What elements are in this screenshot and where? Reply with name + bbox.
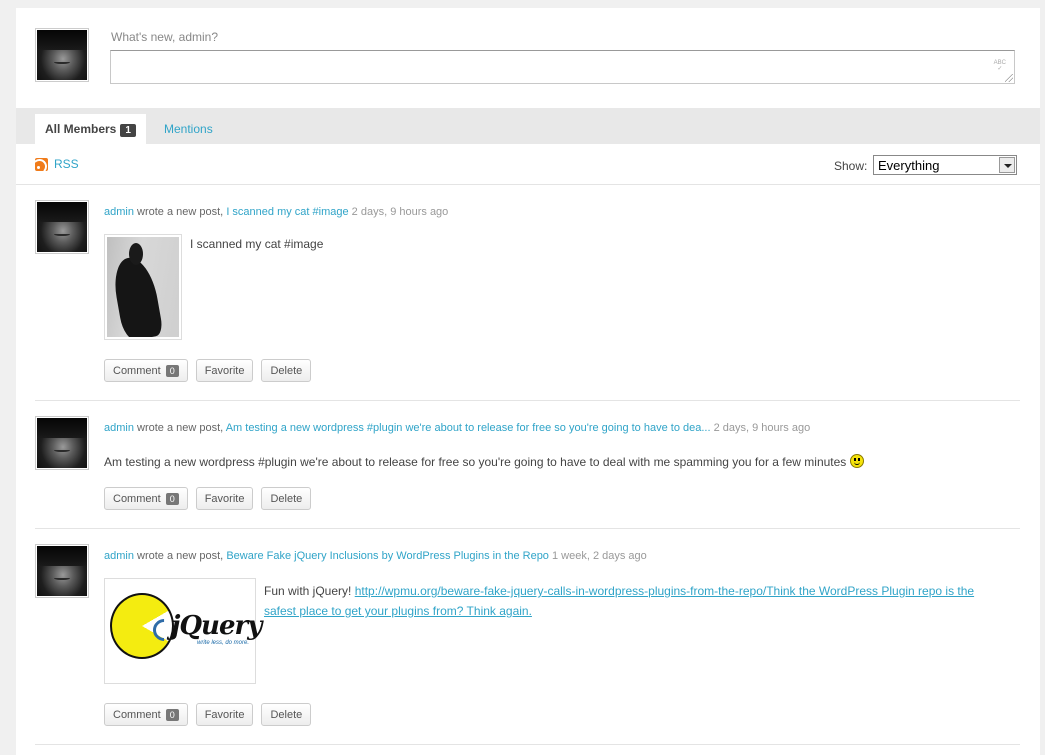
activity-content: Am testing a new wordpress #plugin we're… <box>104 454 864 469</box>
comment-count: 0 <box>165 708 179 721</box>
activity-header: admin wrote a new post, Beware Fake jQue… <box>104 550 647 562</box>
activity-actions: Comment 0 Favorite Delete <box>104 703 312 726</box>
delete-button[interactable]: Delete <box>261 487 312 510</box>
comment-count: 0 <box>165 492 179 505</box>
delete-button[interactable]: Delete <box>261 359 312 382</box>
activity-image-jquery[interactable]: jQuery write less, do more. <box>104 578 262 684</box>
activity-tabs: All Members 1 Mentions <box>16 108 1040 144</box>
tab-all-members[interactable]: All Members 1 <box>35 114 146 144</box>
activity-content-text: Am testing a new wordpress #plugin we're… <box>104 455 847 469</box>
activity-action: wrote a new post, <box>137 550 224 562</box>
divider <box>35 744 1020 745</box>
activity-avatar[interactable] <box>35 416 89 470</box>
favorite-button[interactable]: Favorite <box>195 487 254 510</box>
activity-time[interactable]: 2 days, 9 hours ago <box>714 422 811 434</box>
comment-label: Comment <box>113 492 161 505</box>
tab-all-members-label: All Members <box>45 122 117 136</box>
comment-label: Comment <box>113 708 161 721</box>
activity-time[interactable]: 2 days, 9 hours ago <box>352 206 449 218</box>
activity-post-link[interactable]: Beware Fake jQuery Inclusions by WordPre… <box>226 550 549 562</box>
activity-actions: Comment 0 Favorite Delete <box>104 487 312 510</box>
divider <box>16 184 1040 185</box>
activity-header: admin wrote a new post, I scanned my cat… <box>104 206 448 218</box>
rss-label: RSS <box>54 157 79 171</box>
jquery-logo-text: jQuery <box>171 611 262 641</box>
divider <box>35 400 1020 401</box>
comment-count: 0 <box>165 364 179 377</box>
activity-avatar[interactable] <box>35 544 89 598</box>
spellcheck-icon: ABC ✓ <box>993 60 1006 72</box>
activity-post-link[interactable]: Am testing a new wordpress #plugin we're… <box>226 422 711 434</box>
rss-icon <box>35 157 48 171</box>
current-user-avatar[interactable] <box>35 28 89 82</box>
resize-grip-icon[interactable] <box>1005 74 1013 82</box>
comment-label: Comment <box>113 364 161 377</box>
activity-actions: Comment 0 Favorite Delete <box>104 359 312 382</box>
comment-button[interactable]: Comment 0 <box>104 703 188 726</box>
comment-button[interactable]: Comment 0 <box>104 487 188 510</box>
smiley-icon <box>849 454 864 468</box>
activity-avatar[interactable] <box>35 200 89 254</box>
activity-external-link[interactable]: http://wpmu.org/beware-fake-jquery-calls… <box>264 584 974 618</box>
favorite-button[interactable]: Favorite <box>195 359 254 382</box>
activity-action: wrote a new post, <box>137 206 224 218</box>
whats-new-label: What's new, admin? <box>111 30 219 44</box>
show-filter-label: Show: <box>834 159 868 173</box>
tab-mentions[interactable]: Mentions <box>164 122 213 136</box>
activity-user-link[interactable]: admin <box>104 206 134 218</box>
activity-time[interactable]: 1 week, 2 days ago <box>552 550 647 562</box>
activity-user-link[interactable]: admin <box>104 550 134 562</box>
favorite-button[interactable]: Favorite <box>195 703 254 726</box>
activity-post-link[interactable]: I scanned my cat #image <box>226 206 348 218</box>
show-filter-value: Everything <box>878 158 940 173</box>
show-filter-select[interactable]: Everything <box>873 155 1017 175</box>
activity-content: Fun with jQuery! http://wpmu.org/beware-… <box>264 581 999 621</box>
activity-image-cat[interactable] <box>104 234 182 340</box>
comment-button[interactable]: Comment 0 <box>104 359 188 382</box>
activity-action: wrote a new post, <box>137 422 224 434</box>
activity-panel: What's new, admin? ABC ✓ All Members 1 Men… <box>16 8 1040 755</box>
activity-user-link[interactable]: admin <box>104 422 134 434</box>
rss-link[interactable]: RSS <box>35 157 79 171</box>
jquery-logo-tagline: write less, do more. <box>197 640 250 646</box>
chevron-down-icon[interactable] <box>999 157 1015 173</box>
activity-content: I scanned my cat #image <box>190 237 324 251</box>
delete-button[interactable]: Delete <box>261 703 312 726</box>
divider <box>35 528 1020 529</box>
activity-header: admin wrote a new post, Am testing a new… <box>104 422 810 434</box>
activity-content-intro: Fun with jQuery! <box>264 584 352 598</box>
whats-new-textarea[interactable]: ABC ✓ <box>110 50 1015 84</box>
tab-all-members-count: 1 <box>120 124 136 137</box>
